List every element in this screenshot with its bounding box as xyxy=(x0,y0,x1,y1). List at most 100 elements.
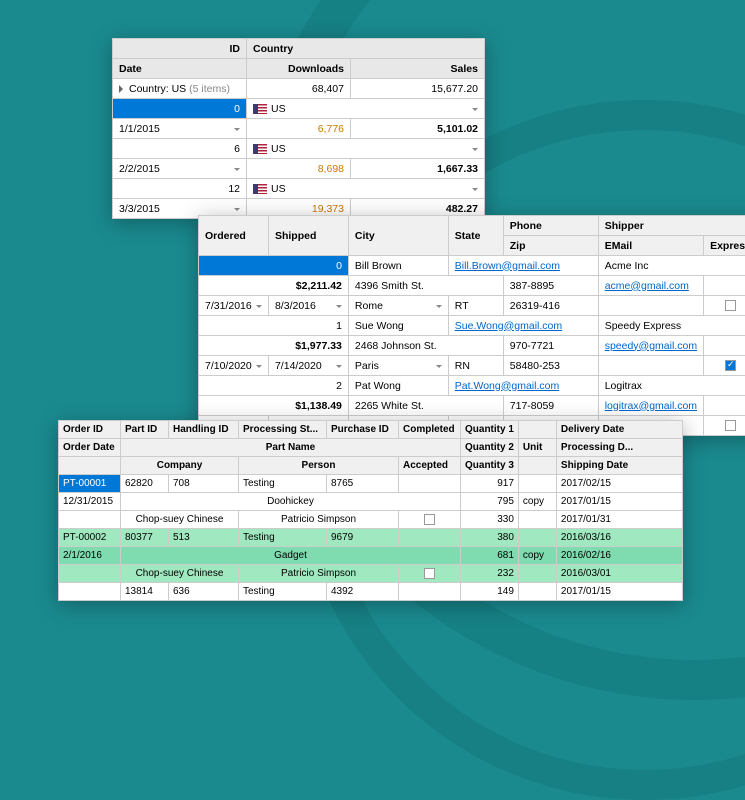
table-row[interactable]: 6 US xyxy=(113,139,485,159)
table-row[interactable]: 7/31/2016 8/3/2016 Rome RT 26319-416 xyxy=(199,296,745,316)
dropdown-icon[interactable] xyxy=(436,305,442,311)
expand-icon[interactable] xyxy=(119,85,127,93)
dropdown-icon[interactable] xyxy=(234,168,240,174)
col-empty[interactable] xyxy=(518,457,556,475)
table-row[interactable]: $2,211.42 4396 Smith St. 387-8895 acme@g… xyxy=(199,276,745,296)
col-purchase[interactable]: Purchase ID xyxy=(327,421,399,439)
group-row[interactable]: Country: US (5 items) 68,407 15,677.20 xyxy=(113,79,485,99)
cell-id[interactable]: 0 xyxy=(113,99,247,119)
cell xyxy=(518,511,556,529)
email-link[interactable]: speedy@gmail.com xyxy=(605,340,697,352)
dropdown-icon[interactable] xyxy=(336,365,342,371)
email-link[interactable]: Bill.Brown@gmail.com xyxy=(455,260,560,272)
table-row[interactable]: 13814636Testing43921492017/01/15 xyxy=(59,583,683,601)
col-processing[interactable]: Processing St... xyxy=(239,421,327,439)
accepted-checkbox[interactable] xyxy=(424,568,435,579)
col-person[interactable]: Person xyxy=(239,457,399,475)
express-checkbox[interactable] xyxy=(725,420,736,431)
col-company[interactable]: Company xyxy=(121,457,239,475)
col-delivery[interactable]: Delivery Date xyxy=(556,421,682,439)
col-partid[interactable]: Part ID xyxy=(121,421,169,439)
cell-city[interactable]: Paris xyxy=(348,356,448,376)
table-row[interactable]: 1/1/2015 6,776 5,101.02 xyxy=(113,119,485,139)
table-row[interactable]: $1,138.49 2265 White St. 717-8059 logitr… xyxy=(199,396,745,416)
pivot-grid[interactable]: ID Country Date Downloads Sales Country:… xyxy=(112,38,485,219)
email-link[interactable]: acme@gmail.com xyxy=(605,280,689,292)
table-row[interactable]: 12 US xyxy=(113,179,485,199)
table-row[interactable]: 2 Pat Wong Pat.Wong@gmail.com Logitrax xyxy=(199,376,745,396)
dropdown-icon[interactable] xyxy=(256,305,262,311)
col-handling[interactable]: Handling ID xyxy=(169,421,239,439)
cell-ordered[interactable]: 7/31/2016 xyxy=(199,296,269,316)
col-unit[interactable]: Unit xyxy=(518,439,556,457)
col-accepted[interactable]: Accepted xyxy=(399,457,461,475)
cell-date[interactable]: 2/2/2015 xyxy=(113,159,247,179)
dropdown-icon[interactable] xyxy=(336,305,342,311)
table-row[interactable]: Chop-suey ChinesePatricio Simpson2322016… xyxy=(59,565,683,583)
table-row[interactable]: Chop-suey ChinesePatricio Simpson3302017… xyxy=(59,511,683,529)
col-id[interactable]: ID xyxy=(113,39,247,59)
col-q1[interactable]: Quantity 1 xyxy=(461,421,519,439)
col-date[interactable]: Date xyxy=(113,59,247,79)
table-row[interactable]: 1 Sue Wong Sue.Wong@gmail.com Speedy Exp… xyxy=(199,316,745,336)
table-row[interactable]: 2/1/2016Gadget681copy2016/02/16 xyxy=(59,547,683,565)
email-link[interactable]: Pat.Wong@gmail.com xyxy=(455,380,559,392)
col-downloads[interactable]: Downloads xyxy=(247,59,351,79)
order-grid[interactable]: Ordered Shipped City State Phone Shipper… xyxy=(198,215,745,436)
dropdown-icon[interactable] xyxy=(436,365,442,371)
col-email[interactable]: EMail xyxy=(598,236,703,256)
cell-shipped[interactable]: 7/14/2020 xyxy=(268,356,348,376)
cell: 2017/01/31 xyxy=(556,511,682,529)
table-row[interactable]: 12/31/2015Doohickey795copy2017/01/15 xyxy=(59,493,683,511)
col-zip[interactable]: Zip xyxy=(503,236,598,256)
col-ordered[interactable]: Ordered xyxy=(199,216,269,256)
express-checkbox[interactable] xyxy=(725,360,736,371)
cell-downloads: 19,373 xyxy=(312,203,344,215)
col-q2[interactable]: Quantity 2 xyxy=(461,439,519,457)
col-shipped[interactable]: Shipped xyxy=(268,216,348,256)
col-q3[interactable]: Quantity 3 xyxy=(461,457,519,475)
col-orderid[interactable]: Order ID xyxy=(59,421,121,439)
table-row[interactable]: 7/10/2020 7/14/2020 Paris RN 58480-253 xyxy=(199,356,745,376)
dropdown-icon[interactable] xyxy=(234,128,240,134)
cell-date[interactable]: 1/1/2015 xyxy=(113,119,247,139)
dropdown-icon[interactable] xyxy=(472,188,478,194)
dropdown-icon[interactable] xyxy=(234,208,240,214)
col-shipping[interactable]: Shipping Date xyxy=(556,457,682,475)
table-row[interactable]: PT-0000280377513Testing96793802016/03/16 xyxy=(59,529,683,547)
col-express[interactable]: Express xyxy=(704,236,745,256)
cell: 917 xyxy=(461,475,519,493)
express-checkbox[interactable] xyxy=(725,300,736,311)
table-row[interactable]: $1,977.33 2468 Johnson St. 970-7721 spee… xyxy=(199,336,745,356)
cell-partname: Doohickey xyxy=(121,493,461,511)
cell: 232 xyxy=(461,565,519,583)
detail-grid[interactable]: Order ID Part ID Handling ID Processing … xyxy=(58,420,683,601)
table-row[interactable]: 0 Bill Brown Bill.Brown@gmail.com Acme I… xyxy=(199,256,745,276)
cell-city[interactable]: Rome xyxy=(348,296,448,316)
col-empty[interactable] xyxy=(59,457,121,475)
accepted-checkbox[interactable] xyxy=(424,514,435,525)
col-completed[interactable]: Completed xyxy=(399,421,461,439)
cell-shipped[interactable]: 8/3/2016 xyxy=(268,296,348,316)
dropdown-icon[interactable] xyxy=(256,365,262,371)
col-shipper[interactable]: Shipper xyxy=(598,216,745,236)
email-link[interactable]: logitrax@gmail.com xyxy=(605,400,697,412)
col-orderdate[interactable]: Order Date xyxy=(59,439,121,457)
table-row[interactable]: PT-0000162820708Testing87659172017/02/15 xyxy=(59,475,683,493)
table-row[interactable]: 0 US xyxy=(113,99,485,119)
cell: 2017/01/15 xyxy=(556,493,682,511)
dropdown-icon[interactable] xyxy=(472,108,478,114)
col-state[interactable]: State xyxy=(448,216,503,256)
table-row[interactable]: 2/2/2015 8,698 1,667.33 xyxy=(113,159,485,179)
col-sales[interactable]: Sales xyxy=(351,59,485,79)
dropdown-icon[interactable] xyxy=(472,148,478,154)
col-processingd[interactable]: Processing D... xyxy=(556,439,682,457)
email-link[interactable]: Sue.Wong@gmail.com xyxy=(455,320,562,332)
col-phone[interactable]: Phone xyxy=(503,216,598,236)
col-city[interactable]: City xyxy=(348,216,448,256)
col-empty[interactable] xyxy=(518,421,556,439)
col-partname[interactable]: Part Name xyxy=(121,439,461,457)
cell-ordered[interactable]: 7/10/2020 xyxy=(199,356,269,376)
cell-idx[interactable]: 0 xyxy=(199,256,349,276)
col-country[interactable]: Country xyxy=(247,39,485,59)
